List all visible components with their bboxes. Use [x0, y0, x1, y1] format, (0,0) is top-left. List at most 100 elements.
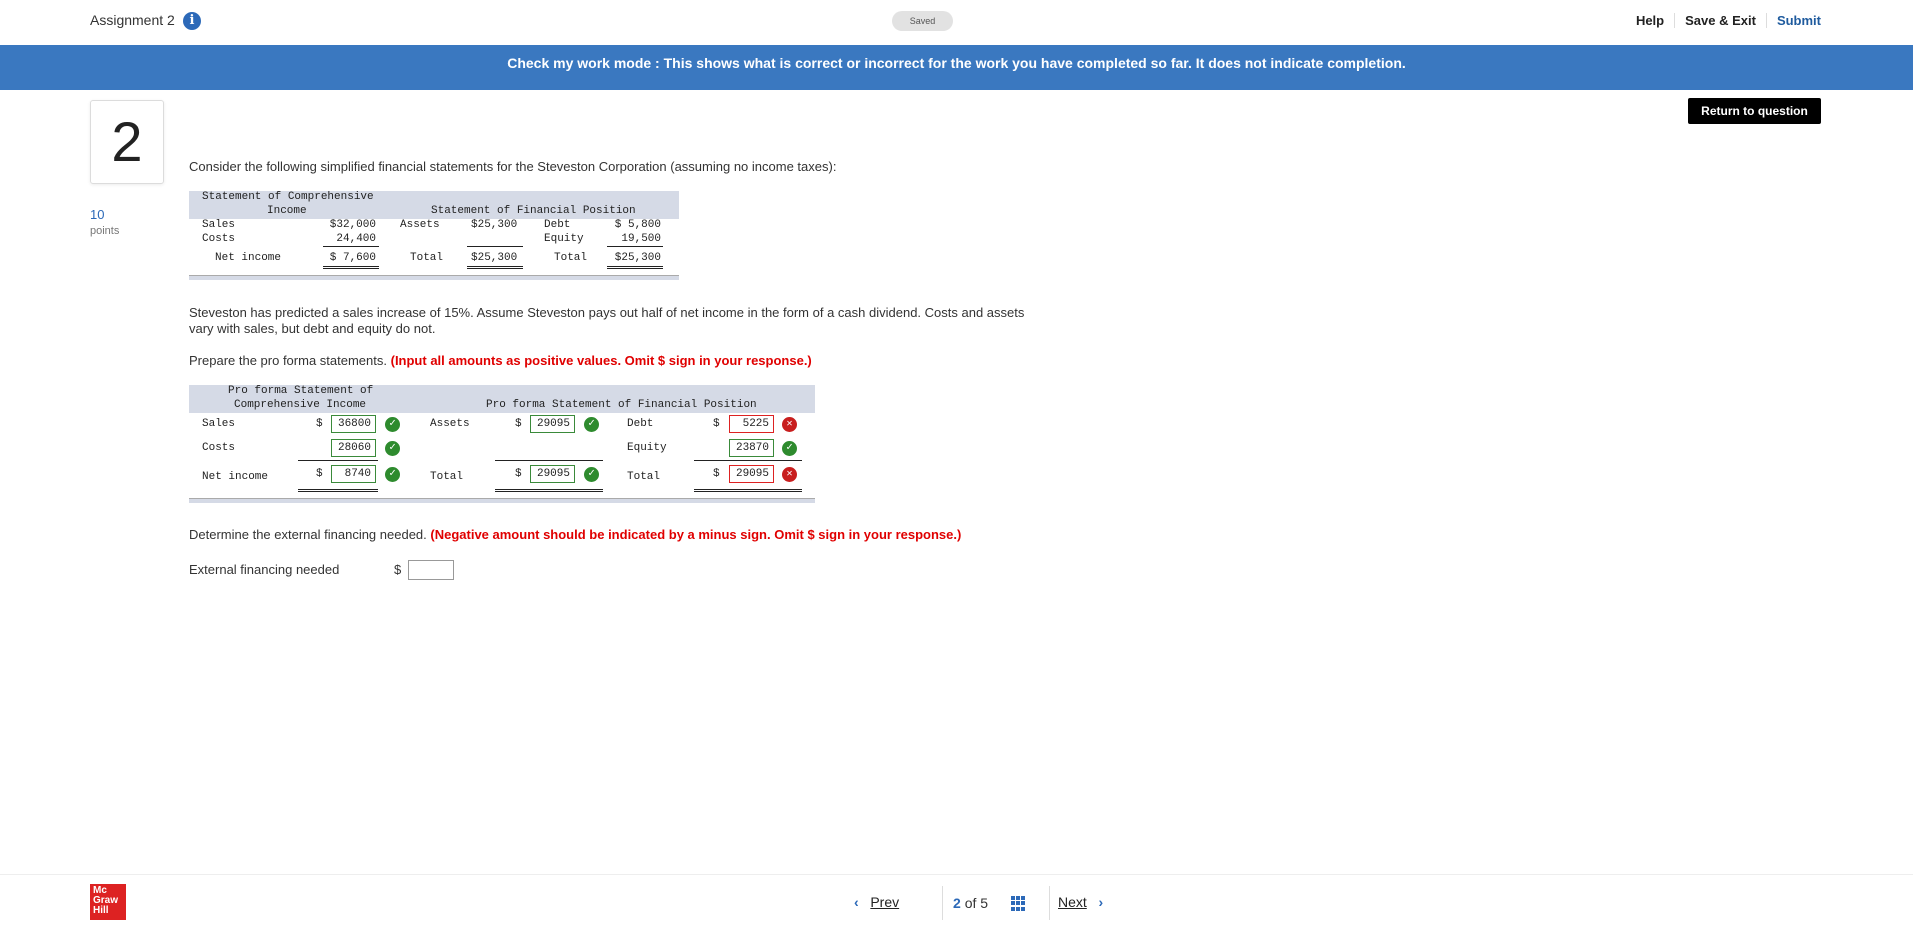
dollar-sign: $ — [713, 468, 720, 480]
assets-value: $25,300 — [471, 219, 518, 231]
efn-label: External financing needed — [189, 562, 340, 577]
question-intro: Consider the following simplified financ… — [189, 159, 837, 174]
pf-debt-label: Debt — [627, 418, 654, 430]
prepare-text: Prepare the pro forma statements. — [189, 353, 387, 368]
costs-value: 24,400 — [336, 233, 376, 245]
pf-equity-input[interactable]: 23870 — [729, 439, 774, 457]
efn-dollar: $ — [394, 562, 402, 577]
pf-net-income-label: Net income — [202, 471, 269, 483]
pf-total-liab-input[interactable]: 29095 — [729, 465, 774, 483]
total-liab-label: Total — [554, 252, 588, 264]
question-number: 2 — [90, 100, 164, 184]
assets-label: Assets — [400, 219, 440, 231]
pf-sales-label: Sales — [202, 418, 236, 430]
pf-total-liab-label: Total — [627, 471, 661, 483]
table-footer — [189, 498, 815, 503]
original-statements-table: Statement of Comprehensive Income Statem… — [189, 191, 679, 283]
total-assets-double-line — [495, 489, 603, 492]
pf-costs-label: Costs — [202, 442, 236, 454]
question-counter[interactable]: 2 of 5 — [942, 886, 1050, 920]
prepare-instruction: (Input all amounts as positive values. O… — [390, 353, 812, 368]
pf-income-header: Pro forma Statement of — [228, 385, 374, 397]
table-footer — [189, 275, 679, 280]
help-link[interactable]: Help — [1626, 13, 1674, 28]
check-icon: ✓ — [584, 417, 599, 432]
determine-text: Determine the external financing needed. — [189, 527, 427, 542]
debt-value: $ 5,800 — [614, 219, 661, 231]
next-label: Next — [1058, 894, 1087, 910]
total-assets-value: $25,300 — [471, 252, 518, 264]
equity-value: 19,500 — [621, 233, 661, 245]
total-assets-double-line — [467, 266, 523, 269]
determine-instruction: (Negative amount should be indicated by … — [430, 527, 962, 542]
check-icon: ✓ — [385, 467, 400, 482]
determine-line: Determine the external financing needed.… — [189, 527, 961, 542]
check-icon: ✓ — [385, 417, 400, 432]
pf-equity-label: Equity — [627, 442, 667, 454]
chevron-right-icon: › — [1098, 894, 1104, 910]
info-icon[interactable]: i — [183, 12, 201, 30]
net-income-double-line — [298, 489, 378, 492]
assets-underline — [467, 246, 523, 247]
pf-income-header-2: Comprehensive Income — [234, 399, 367, 411]
sales-label: Sales — [202, 219, 236, 231]
pf-total-assets-label: Total — [430, 471, 464, 483]
check-icon: ✓ — [584, 467, 599, 482]
net-income-value: $ 7,600 — [329, 252, 376, 264]
check-icon: ✓ — [385, 441, 400, 456]
saved-badge: Saved — [892, 11, 953, 31]
debt-label: Debt — [544, 219, 571, 231]
current-question: 2 — [953, 895, 961, 911]
pf-net-income-input[interactable]: 8740 — [331, 465, 376, 483]
dollar-sign: $ — [713, 418, 720, 430]
equity-label: Equity — [544, 233, 584, 245]
costs-underline — [323, 246, 379, 247]
pro-forma-table: Pro forma Statement of Comprehensive Inc… — [189, 385, 815, 505]
assignment-title: Assignment 2 — [90, 12, 175, 28]
equity-underline — [607, 246, 663, 247]
dollar-sign: $ — [515, 468, 522, 480]
net-income-double-line — [323, 266, 379, 269]
costs-underline — [298, 460, 378, 461]
check-icon: ✓ — [782, 441, 797, 456]
question-paragraph: Steveston has predicted a sales increase… — [189, 305, 1025, 336]
mcgraw-hill-logo: Mc Graw Hill — [90, 884, 126, 920]
dollar-sign: $ — [515, 418, 522, 430]
dollar-sign: $ — [316, 468, 323, 480]
income-header: Statement of Comprehensive — [202, 191, 374, 203]
points-label: points — [90, 225, 120, 237]
submit-link[interactable]: Submit — [1765, 13, 1821, 28]
total-liab-double-line — [607, 266, 663, 269]
grid-icon[interactable] — [1011, 896, 1026, 911]
points-value: 10 — [90, 207, 105, 222]
save-exit-link[interactable]: Save & Exit — [1674, 13, 1766, 28]
sales-value: $32,000 — [329, 219, 376, 231]
prev-button[interactable]: ‹ Prev — [854, 894, 934, 910]
dollar-sign: $ — [316, 418, 323, 430]
x-icon: ✕ — [782, 467, 797, 482]
top-bar: Assignment 2 i Saved Help Save & Exit Subm… — [0, 0, 1913, 44]
pf-sales-input[interactable]: 36800 — [331, 415, 376, 433]
of-total: of 5 — [964, 895, 989, 911]
top-links: Help Save & Exit Submit — [1626, 13, 1821, 28]
costs-label: Costs — [202, 233, 236, 245]
efn-input[interactable] — [408, 560, 454, 580]
pf-costs-input[interactable]: 28060 — [331, 439, 376, 457]
pf-debt-input[interactable]: 5225 — [729, 415, 774, 433]
x-icon: ✕ — [782, 417, 797, 432]
pf-total-assets-input[interactable]: 29095 — [530, 465, 575, 483]
next-button[interactable]: Next › — [1058, 894, 1138, 910]
prepare-line: Prepare the pro forma statements. (Input… — [189, 353, 812, 368]
pf-position-header: Pro forma Statement of Financial Positio… — [486, 399, 757, 411]
chevron-left-icon: ‹ — [854, 894, 859, 910]
prev-label: Prev — [870, 894, 900, 910]
total-liab-value: $25,300 — [614, 252, 661, 264]
pf-assets-input[interactable]: 29095 — [530, 415, 575, 433]
net-income-label: Net income — [215, 252, 282, 264]
check-work-banner: Check my work mode : This shows what is … — [0, 45, 1913, 90]
return-to-question-button[interactable]: Return to question — [1688, 98, 1821, 124]
position-header: Statement of Financial Position — [431, 205, 636, 217]
total-assets-label: Total — [410, 252, 444, 264]
equity-underline — [694, 460, 802, 461]
pf-assets-label: Assets — [430, 418, 470, 430]
